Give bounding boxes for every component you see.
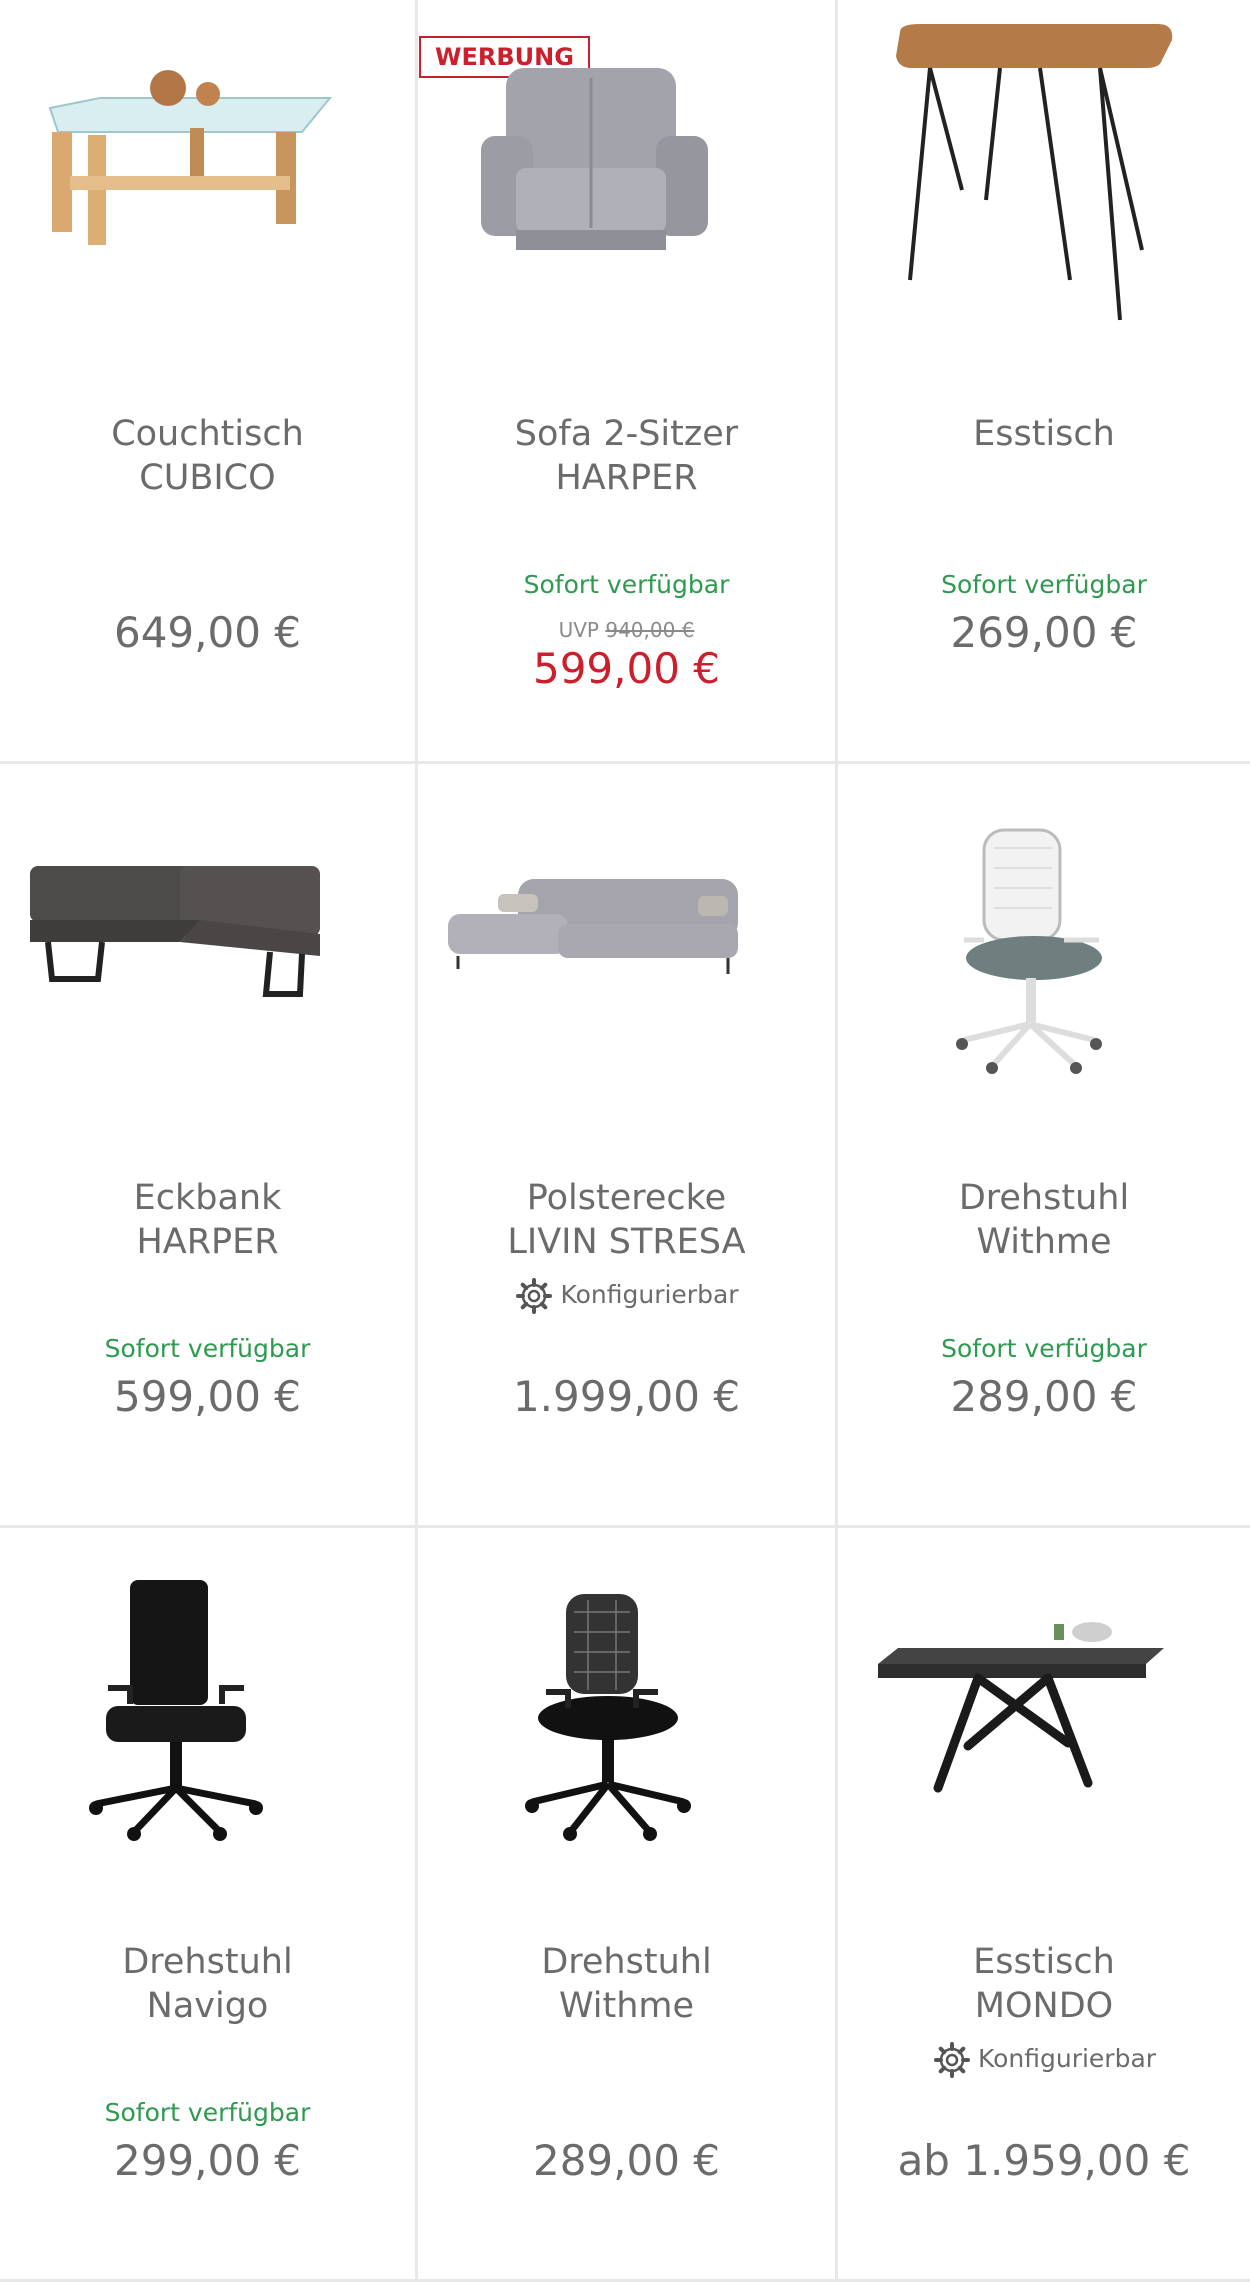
- product-name-line1[interactable]: Esstisch: [838, 1940, 1250, 1984]
- corner-sofa-image[interactable]: [418, 764, 835, 1164]
- product-name[interactable]: Drehstuhl Withme: [418, 1940, 835, 2028]
- product-name[interactable]: Esstisch: [838, 412, 1250, 456]
- coffee-table-image[interactable]: [0, 0, 415, 400]
- extendable-table-image[interactable]: [838, 1528, 1250, 1928]
- product-price: 649,00 €: [113, 608, 302, 657]
- product-card[interactable]: Polsterecke LIVIN STRESA Konfigurierbar …: [418, 764, 838, 1528]
- office-chair-white-image[interactable]: [838, 764, 1250, 1164]
- availability-status: Sofort verfügbar: [104, 1334, 311, 1363]
- product-name-line2[interactable]: Withme: [418, 1984, 835, 2028]
- product-price: 299,00 €: [113, 2136, 302, 2185]
- corner-bench-image[interactable]: [0, 764, 415, 1164]
- product-name-line1[interactable]: Eckbank: [0, 1176, 415, 1220]
- product-name[interactable]: Drehstuhl Withme: [838, 1176, 1250, 1264]
- sale-price: 599,00 €: [532, 644, 721, 693]
- uvp-label: UVP: [558, 618, 599, 642]
- product-card[interactable]: Drehstuhl Withme Sofort verfügbar 289,00…: [838, 764, 1250, 1528]
- uvp-old-price: 940,00 €: [605, 618, 695, 642]
- gear-icon: [933, 2042, 970, 2078]
- product-card[interactable]: Drehstuhl Navigo Sofort verfügbar 299,00…: [0, 1528, 418, 2282]
- product-card[interactable]: WERBUNG Sofa 2-Sitzer HARPER Sofort verf…: [418, 0, 838, 764]
- product-name-line1[interactable]: Polsterecke: [418, 1176, 835, 1220]
- configurable-text[interactable]: Konfigurierbar: [978, 2044, 1156, 2073]
- product-name-line2[interactable]: Navigo: [0, 1984, 415, 2028]
- gear-icon: [516, 1278, 553, 1314]
- product-name-line1[interactable]: Esstisch: [838, 412, 1250, 456]
- product-name[interactable]: Drehstuhl Navigo: [0, 1940, 415, 2028]
- product-price: 1.999,00 €: [512, 1372, 741, 1421]
- product-card[interactable]: Drehstuhl Withme 289,00 €: [418, 1528, 838, 2282]
- product-name[interactable]: Couchtisch CUBICO: [0, 412, 415, 500]
- product-name[interactable]: Eckbank HARPER: [0, 1176, 415, 1264]
- configurable-text[interactable]: Konfigurierbar: [560, 1280, 738, 1309]
- product-name-line1[interactable]: Sofa 2-Sitzer: [418, 412, 835, 456]
- product-card[interactable]: Couchtisch CUBICO 649,00 €: [0, 0, 418, 764]
- product-name-line2[interactable]: Withme: [838, 1220, 1250, 1264]
- product-grid: Couchtisch CUBICO 649,00 € WERBUNG Sofa …: [0, 0, 1250, 2282]
- availability-status: Sofort verfügbar: [523, 570, 730, 599]
- sofa-image[interactable]: [418, 0, 835, 400]
- product-name-line1[interactable]: Drehstuhl: [418, 1940, 835, 1984]
- product-price: 289,00 €: [532, 2136, 721, 2185]
- dining-table-image[interactable]: [838, 0, 1250, 400]
- configurable-label[interactable]: Konfigurierbar: [838, 2040, 1250, 2080]
- product-name[interactable]: Polsterecke LIVIN STRESA: [418, 1176, 835, 1264]
- product-name-line2[interactable]: HARPER: [418, 456, 835, 500]
- product-name-line2[interactable]: CUBICO: [0, 456, 415, 500]
- product-name-line1[interactable]: Drehstuhl: [0, 1940, 415, 1984]
- product-name-line2[interactable]: HARPER: [0, 1220, 415, 1264]
- product-name[interactable]: Esstisch MONDO: [838, 1940, 1250, 2028]
- product-card[interactable]: Eckbank HARPER Sofort verfügbar 599,00 €: [0, 764, 418, 1528]
- office-chair-mesh-image[interactable]: [418, 1528, 835, 1928]
- configurable-label[interactable]: Konfigurierbar: [418, 1276, 835, 1316]
- product-card[interactable]: Esstisch Sofort verfügbar 269,00 €: [838, 0, 1250, 764]
- uvp-price: UVP 940,00 €: [418, 618, 835, 642]
- product-name[interactable]: Sofa 2-Sitzer HARPER: [418, 412, 835, 500]
- product-name-line1[interactable]: Drehstuhl: [838, 1176, 1250, 1220]
- product-price: 599,00 €: [113, 1372, 302, 1421]
- office-chair-black-image[interactable]: [0, 1528, 415, 1928]
- product-name-line2[interactable]: MONDO: [838, 1984, 1250, 2028]
- availability-status: Sofort verfügbar: [941, 1334, 1147, 1363]
- product-price: ab 1.959,00 €: [897, 2136, 1191, 2185]
- product-name-line2[interactable]: LIVIN STRESA: [418, 1220, 835, 1264]
- availability-status: Sofort verfügbar: [941, 570, 1147, 599]
- product-card[interactable]: Esstisch MONDO Konfigurierbar ab 1.959,0…: [838, 1528, 1250, 2282]
- product-price: 289,00 €: [950, 1372, 1138, 1421]
- availability-status: Sofort verfügbar: [104, 2098, 311, 2127]
- product-price: 269,00 €: [950, 608, 1138, 657]
- product-name-line1[interactable]: Couchtisch: [0, 412, 415, 456]
